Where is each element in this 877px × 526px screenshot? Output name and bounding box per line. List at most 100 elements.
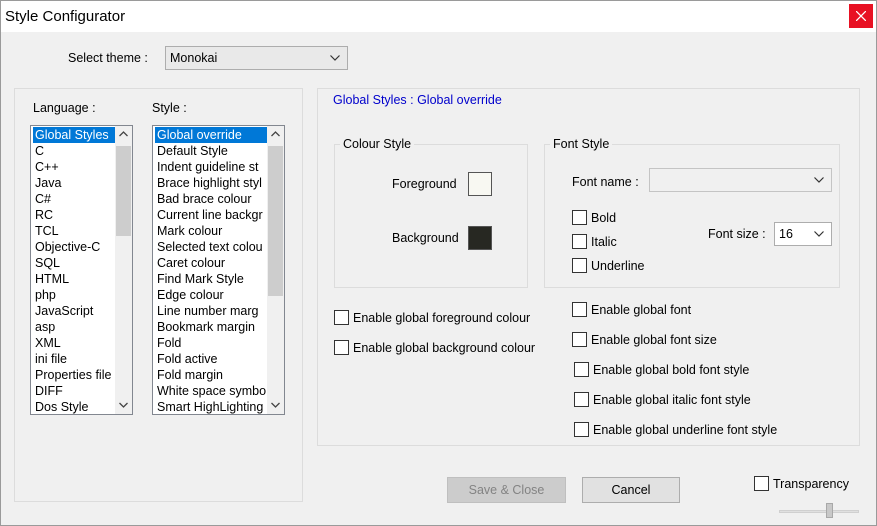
enable-global-fg-checkbox[interactable] [334, 310, 349, 325]
background-color-picker[interactable] [468, 226, 492, 250]
window-title: Style Configurator [5, 8, 126, 25]
list-item[interactable]: RC [33, 207, 115, 223]
underline-checkbox[interactable] [572, 258, 587, 273]
style-label: Style : [152, 101, 187, 115]
close-button[interactable] [849, 4, 873, 28]
italic-checkbox[interactable] [572, 234, 587, 249]
enable-global-font-size-label: Enable global font size [591, 333, 717, 347]
colour-style-group [334, 144, 528, 288]
list-item[interactable]: Fold [155, 335, 267, 351]
list-item[interactable]: White space symbo [155, 383, 267, 399]
list-item[interactable]: Indent guideline st [155, 159, 267, 175]
list-item[interactable]: C# [33, 191, 115, 207]
enable-global-italic-label: Enable global italic font style [593, 393, 751, 407]
foreground-color-picker[interactable] [468, 172, 492, 196]
background-label: Background [392, 231, 459, 245]
transparency-slider[interactable] [779, 510, 859, 513]
list-item[interactable]: Mark colour [155, 223, 267, 239]
list-item[interactable]: C++ [33, 159, 115, 175]
bold-label: Bold [591, 211, 617, 225]
theme-label: Select theme : [68, 51, 148, 65]
list-item[interactable]: Default Style [155, 143, 267, 159]
language-list[interactable]: Global Styles C C++ Java C# RC TCL Objective-C S… [30, 125, 133, 415]
list-item[interactable]: Fold active [155, 351, 267, 367]
italic-label: Italic [591, 235, 617, 249]
list-item[interactable]: Find Mark Style [155, 271, 267, 287]
list-item[interactable]: Caret colour [155, 255, 267, 271]
style-scrollbar[interactable] [267, 126, 284, 414]
list-item[interactable]: Global Styles [33, 127, 115, 143]
enable-global-bold-checkbox[interactable] [574, 362, 589, 377]
list-item[interactable]: Global override [155, 127, 267, 143]
transparency-checkbox[interactable] [754, 476, 769, 491]
list-item[interactable]: php [33, 287, 115, 303]
list-item[interactable]: DIFF [33, 383, 115, 399]
enable-global-bold-label: Enable global bold font style [593, 363, 750, 377]
colour-style-legend: Colour Style [340, 137, 415, 151]
language-label: Language : [33, 101, 96, 115]
language-scrollbar[interactable] [115, 126, 132, 414]
font-style-group [544, 144, 840, 288]
list-item[interactable]: Dos Style [33, 399, 115, 414]
cancel-button[interactable]: Cancel [582, 477, 680, 503]
list-item[interactable]: SQL [33, 255, 115, 271]
list-item[interactable]: Java [33, 175, 115, 191]
style-heading: Global Styles : Global override [333, 93, 502, 107]
enable-global-underline-checkbox[interactable] [574, 422, 589, 437]
underline-label: Underline [591, 259, 645, 273]
font-style-legend: Font Style [550, 137, 613, 151]
chevron-down-icon [271, 402, 280, 408]
list-item[interactable]: Properties file [33, 367, 115, 383]
title-bar [0, 0, 877, 32]
font-size-value: 16 [779, 227, 793, 241]
scroll-up-button[interactable] [267, 126, 284, 143]
style-list[interactable]: Global override Default Style Indent guide… [152, 125, 285, 415]
chevron-down-icon [814, 177, 824, 183]
chevron-up-icon [271, 131, 280, 137]
list-item[interactable]: JavaScript [33, 303, 115, 319]
scroll-up-button[interactable] [115, 126, 132, 143]
list-item[interactable]: Edge colour [155, 287, 267, 303]
list-item[interactable]: Current line backgr [155, 207, 267, 223]
scroll-down-button[interactable] [115, 397, 132, 414]
language-scroll-thumb[interactable] [116, 146, 131, 236]
list-item[interactable]: C [33, 143, 115, 159]
list-item[interactable]: Bad brace colour [155, 191, 267, 207]
list-item[interactable]: Selected text colou [155, 239, 267, 255]
chevron-down-icon [330, 55, 340, 61]
enable-global-fg-label: Enable global foreground colour [353, 311, 531, 325]
enable-global-font-label: Enable global font [591, 303, 692, 317]
list-item[interactable]: Fold margin [155, 367, 267, 383]
save-close-button[interactable]: Save & Close [447, 477, 566, 503]
bold-checkbox[interactable] [572, 210, 587, 225]
enable-global-underline-label: Enable global underline font style [593, 423, 778, 437]
list-item[interactable]: asp [33, 319, 115, 335]
scroll-down-button[interactable] [267, 397, 284, 414]
list-item[interactable]: XML [33, 335, 115, 351]
style-scroll-thumb[interactable] [268, 146, 283, 296]
font-name-select[interactable] [649, 168, 832, 192]
list-item[interactable]: Brace highlight styl [155, 175, 267, 191]
font-size-select[interactable]: 16 [774, 222, 832, 246]
transparency-slider-thumb[interactable] [826, 503, 834, 518]
chevron-up-icon [119, 131, 128, 137]
list-item[interactable]: Line number marg [155, 303, 267, 319]
close-icon [856, 11, 866, 21]
list-item[interactable]: Objective-C [33, 239, 115, 255]
list-item[interactable]: Smart HighLighting [155, 399, 267, 414]
font-name-label: Font name : [572, 175, 639, 189]
theme-select-value: Monokai [170, 51, 218, 65]
list-item[interactable]: HTML [33, 271, 115, 287]
enable-global-italic-checkbox[interactable] [574, 392, 589, 407]
list-item[interactable]: ini file [33, 351, 115, 367]
enable-global-font-checkbox[interactable] [572, 302, 587, 317]
list-item[interactable]: TCL [33, 223, 115, 239]
chevron-down-icon [814, 231, 824, 237]
list-item[interactable]: Bookmark margin [155, 319, 267, 335]
enable-global-bg-checkbox[interactable] [334, 340, 349, 355]
font-size-label: Font size : [708, 227, 766, 241]
transparency-label: Transparency [773, 477, 849, 491]
theme-select[interactable]: Monokai [165, 46, 348, 70]
enable-global-font-size-checkbox[interactable] [572, 332, 587, 347]
enable-global-bg-label: Enable global background colour [353, 341, 536, 355]
